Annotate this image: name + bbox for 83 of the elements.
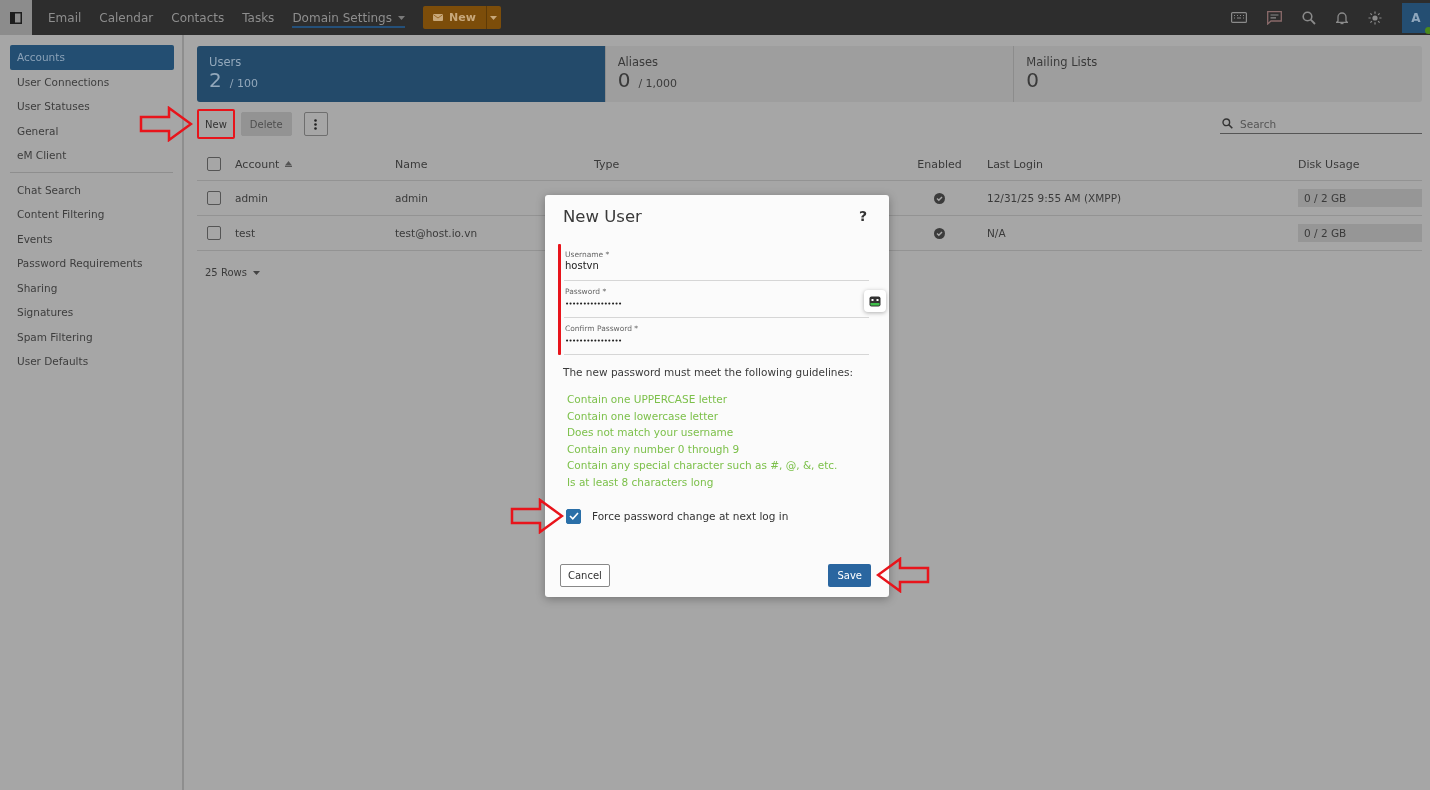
sidebar-item[interactable]: eM Client	[10, 143, 174, 168]
disk-usage-bar: 0 / 2 GB	[1298, 189, 1422, 207]
guideline-text: Does not match your username	[567, 425, 735, 439]
table-cell-text: N/A	[987, 227, 1007, 239]
stat-count: 0	[1026, 69, 1040, 91]
stat-limit: / 100	[229, 77, 258, 90]
sidebar-item[interactable]: Accounts	[10, 45, 174, 70]
guideline-text: Contain one lowercase letter	[567, 408, 720, 423]
row-checkbox[interactable]	[207, 226, 221, 240]
guideline-text: Contain any special character such as #, @, &, etc.	[567, 458, 839, 472]
more-icon	[314, 118, 318, 130]
column-header[interactable]: Name	[395, 157, 594, 171]
envelope-icon	[433, 14, 443, 21]
search-icon	[1222, 118, 1233, 129]
arrow-annotation	[139, 106, 193, 142]
new-user-button[interactable]: New	[197, 109, 235, 139]
help-button[interactable]: ?	[858, 208, 871, 224]
save-button[interactable]: Save	[828, 563, 871, 587]
checkbox-label: Force password change at next log in	[592, 510, 789, 522]
column-header[interactable]: Account	[235, 157, 395, 171]
sidebar-item[interactable]: Events	[10, 226, 174, 251]
stat-card[interactable]: Users 2 / 100	[197, 46, 606, 102]
arrow-annotation	[876, 557, 930, 593]
stat-count: 2	[209, 69, 222, 91]
sidebar-item[interactable]: Spam Filtering	[10, 324, 174, 349]
guidelines-intro: The new password must meet the following guidelines:	[563, 366, 854, 378]
column-header[interactable]: Type	[594, 157, 892, 171]
table-cell-text: test@host.io.vn	[395, 227, 479, 239]
sidebar-item[interactable]: Chat Search	[10, 177, 174, 202]
keyboard-icon[interactable]	[1231, 12, 1247, 23]
sidebar-item[interactable]: General	[10, 118, 174, 143]
nav-tab[interactable]: Tasks	[242, 7, 275, 28]
guideline-text: Contain any number 0 through 9	[567, 441, 741, 456]
sun-icon[interactable]	[1368, 10, 1382, 25]
column-header[interactable]: Enabled	[892, 157, 987, 171]
sidebar-item[interactable]: User Defaults	[10, 349, 174, 374]
stat-card[interactable]: Aliases 0 / 1,000	[605, 46, 1015, 102]
user-avatar[interactable]: A	[1402, 3, 1430, 33]
sidebar-item[interactable]: Content Filtering	[10, 202, 174, 227]
stat-label: Aliases	[617, 55, 660, 69]
new-button[interactable]: New	[423, 6, 486, 29]
stat-count: 0	[617, 69, 631, 91]
stat-card[interactable]: Mailing Lists 0	[1014, 46, 1422, 102]
disk-usage-bar: 0 / 2 GB	[1298, 224, 1422, 242]
rows-per-page-dropdown[interactable]: 25 Rows	[205, 267, 260, 278]
guideline-text: Contain one UPPERCASE letter	[567, 392, 729, 406]
table-cell-text: admin	[235, 192, 269, 204]
dialog-title: New User	[563, 206, 642, 226]
sidebar-item[interactable]: Sharing	[10, 275, 174, 300]
nav-tab[interactable]: Calendar	[99, 7, 154, 28]
sidebar-toggle-button[interactable]	[0, 0, 32, 35]
nav-tab[interactable]: Email	[48, 7, 82, 28]
caret-icon	[490, 15, 498, 20]
panel-icon	[10, 11, 22, 24]
stat-label: Users	[209, 55, 243, 69]
column-header[interactable]: Last Login	[987, 157, 1298, 171]
sidebar-item[interactable]: User Connections	[10, 69, 174, 94]
sidebar-item[interactable]: User Statuses	[10, 94, 174, 119]
arrow-annotation	[510, 498, 564, 534]
force-change-checkbox[interactable]	[566, 508, 581, 524]
stat-limit: / 1,000	[638, 77, 678, 90]
robot-icon	[869, 295, 881, 307]
column-header[interactable]: Disk Usage	[1298, 157, 1422, 171]
table-cell-text: 12/31/25 9:55 AM (XMPP)	[987, 192, 1123, 204]
chat-icon[interactable]	[1267, 10, 1282, 25]
sidebar-item[interactable]: Password Requirements	[10, 251, 174, 276]
sidebar-item[interactable]: Signatures	[10, 300, 174, 325]
stat-label: Mailing Lists	[1026, 55, 1099, 69]
cancel-button[interactable]: Cancel	[560, 563, 610, 587]
search-field[interactable]: Search	[1240, 117, 1410, 130]
table-cell-text: admin	[395, 192, 429, 204]
table-cell-text: test	[235, 227, 257, 239]
row-checkbox[interactable]	[207, 191, 221, 205]
password-generator-button[interactable]	[864, 290, 886, 312]
caret-icon	[252, 270, 260, 275]
field-value: hostvn	[565, 259, 600, 273]
nav-tab[interactable]: Domain Settings	[292, 7, 405, 28]
search-icon[interactable]	[1302, 10, 1316, 25]
select-all-checkbox[interactable]	[207, 157, 221, 171]
guideline-text: Is at least 8 characters long	[567, 474, 715, 489]
more-button[interactable]	[303, 112, 328, 136]
bell-icon[interactable]	[1336, 10, 1348, 25]
nav-tab[interactable]: Contacts	[171, 7, 225, 28]
